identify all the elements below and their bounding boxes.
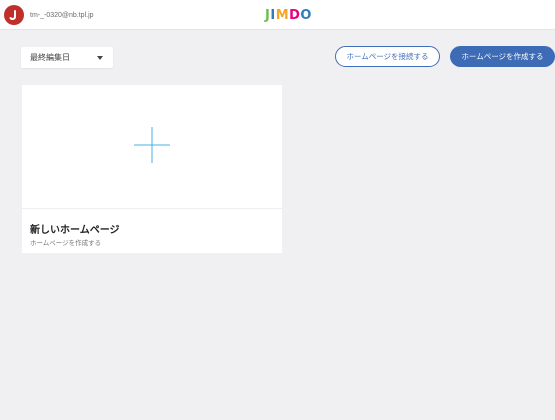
card-preview xyxy=(22,85,282,209)
sort-dropdown[interactable]: 最終編集日 xyxy=(21,47,113,68)
jimdo-logo[interactable]: JIMDO xyxy=(265,7,312,23)
jimdo-avatar-icon xyxy=(4,5,24,25)
sort-selected-value: 最終編集日 xyxy=(30,53,70,62)
card-title: 新しいホームページ xyxy=(30,225,120,236)
caret-down-icon xyxy=(97,56,103,60)
logo-letter: M xyxy=(275,7,290,23)
logo-letter: D xyxy=(289,7,301,23)
new-site-card[interactable]: 新しいホームページ ホームページを作成する xyxy=(22,85,282,253)
plus-icon xyxy=(134,127,170,163)
account-email: tm-_-0320@nb.tpl.jp xyxy=(30,11,94,19)
create-homepage-button[interactable]: ホームページを作成する xyxy=(450,46,555,67)
account-menu[interactable]: tm-_-0320@nb.tpl.jp xyxy=(4,4,94,26)
connect-homepage-button[interactable]: ホームページを接続する xyxy=(335,46,440,67)
top-bar: tm-_-0320@nb.tpl.jp JIMDO xyxy=(0,0,555,30)
logo-text: JIMDO xyxy=(265,8,312,23)
logo-letter: O xyxy=(300,7,312,23)
jimdo-j-icon xyxy=(9,10,16,21)
card-subtitle: ホームページを作成する xyxy=(30,239,102,247)
